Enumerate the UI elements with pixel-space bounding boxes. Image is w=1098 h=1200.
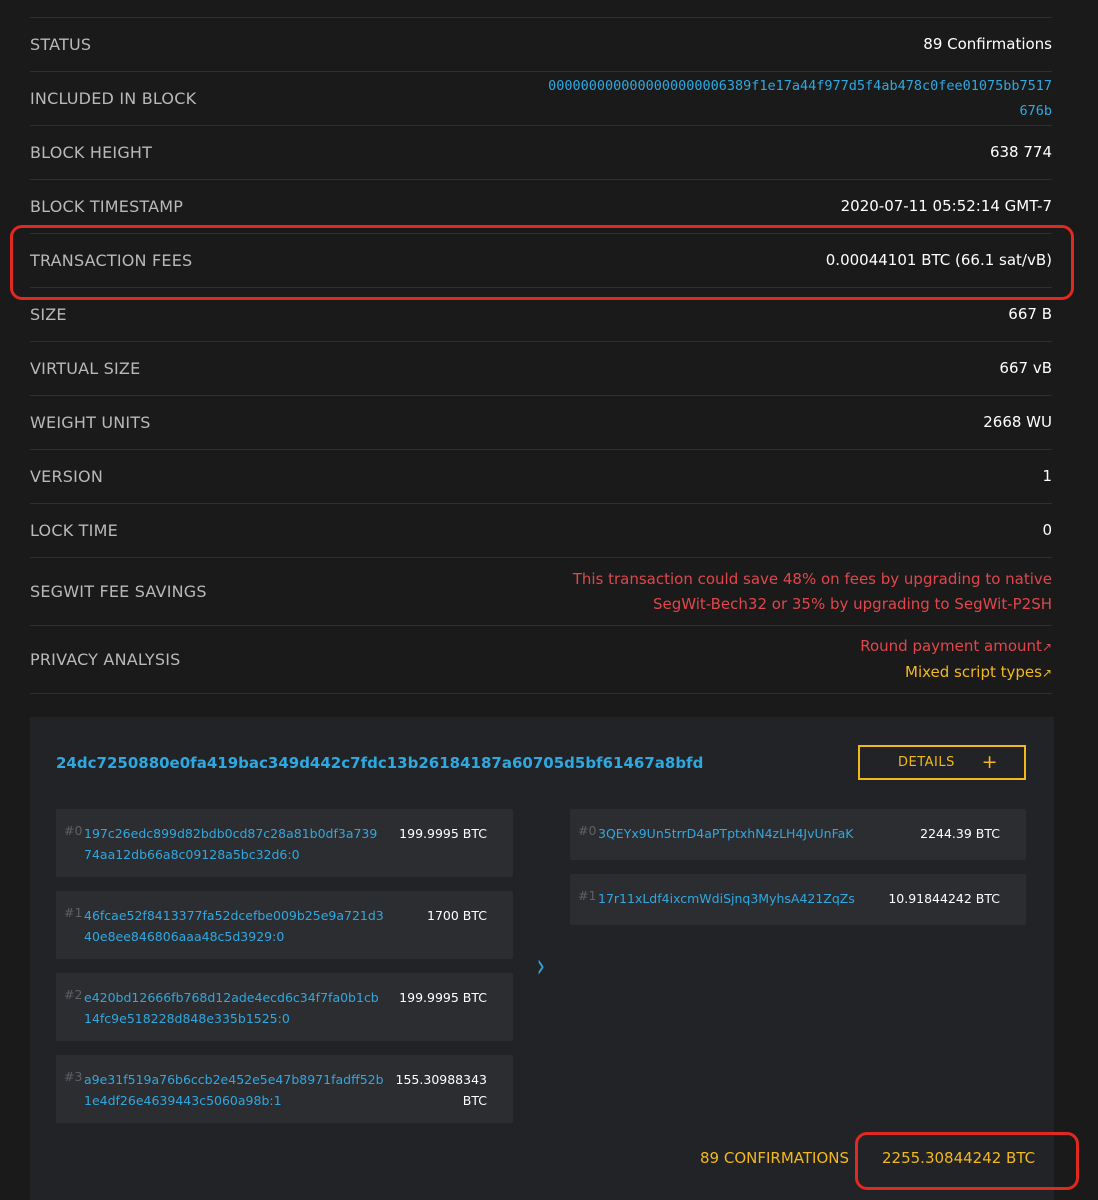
output-item: #0 3QEYx9Un5trrD4aPTptxhN4zLH4JvUnFaK 22… [570, 809, 1026, 860]
details-button[interactable]: DETAILS + [858, 745, 1026, 780]
input-amount: 199.9995 BTC [399, 826, 487, 841]
row-status: STATUS 89 Confirmations [30, 18, 1052, 72]
virtual-size-label: VIRTUAL SIZE [30, 359, 141, 378]
mixed-script-types-link[interactable]: Mixed script types [905, 663, 1042, 681]
input-index: #2 [64, 987, 83, 1002]
size-label: SIZE [30, 305, 67, 324]
privacy-analysis-items: Round payment amount↗ Mixed script types… [860, 634, 1052, 686]
external-link-icon: ↗ [1041, 639, 1052, 654]
round-payment-link[interactable]: Round payment amount [860, 637, 1042, 655]
status-label: STATUS [30, 35, 92, 54]
input-item: #1 46fcae52f8413377fa52dcefbe009b25e9a72… [56, 891, 513, 959]
row-included-in-block: INCLUDED IN BLOCK 0000000000000000000006… [30, 72, 1052, 126]
weight-units-label: WEIGHT UNITS [30, 413, 151, 432]
privacy-item-round-payment[interactable]: Round payment amount↗ [860, 634, 1052, 660]
block-height-label: BLOCK HEIGHT [30, 143, 153, 162]
plus-icon: + [981, 751, 998, 773]
version-label: VERSION [30, 467, 104, 486]
version-value: 1 [1042, 467, 1052, 485]
input-amount: 155.30988343 BTC [395, 1072, 487, 1108]
row-privacy-analysis: PRIVACY ANALYSIS Round payment amount↗ M… [30, 626, 1052, 694]
status-value: 89 Confirmations [923, 35, 1052, 53]
row-block-timestamp: BLOCK TIMESTAMP 2020-07-11 05:52:14 GMT-… [30, 180, 1052, 234]
row-block-height: BLOCK HEIGHT 638 774 [30, 126, 1052, 180]
input-item: #0 197c26edc899d82bdb0cd87c28a81b0df3a73… [56, 809, 513, 877]
privacy-item-mixed-script[interactable]: Mixed script types↗ [860, 660, 1052, 686]
transaction-details-table: STATUS 89 Confirmations INCLUDED IN BLOC… [30, 17, 1052, 694]
chevron-right-icon: › [536, 946, 545, 986]
input-address-link[interactable]: 46fcae52f8413377fa52dcefbe009b25e9a721d3… [84, 905, 384, 959]
row-segwit-fee-savings: SEGWIT FEE SAVINGS This transaction coul… [30, 558, 1052, 626]
transaction-fees-value: 0.00044101 BTC (66.1 sat/vB) [825, 251, 1052, 269]
input-address-link[interactable]: a9e31f519a76b6ccb2e452e5e47b8971fadff52b… [84, 1069, 384, 1123]
input-address-link[interactable]: 197c26edc899d82bdb0cd87c28a81b0df3a73974… [84, 823, 384, 877]
output-index: #1 [578, 888, 597, 903]
lock-time-label: LOCK TIME [30, 521, 118, 540]
txid-link[interactable]: 24dc7250880e0fa419bac349d442c7fdc13b2618… [56, 754, 703, 772]
input-amount: 1700 BTC [427, 908, 487, 923]
lock-time-value: 0 [1042, 521, 1052, 539]
segwit-fee-savings-label: SEGWIT FEE SAVINGS [30, 582, 207, 601]
output-address-link[interactable]: 3QEYx9Un5trrD4aPTptxhN4zLH4JvUnFaK [598, 823, 920, 860]
input-item: #2 e420bd12666fb768d12ade4ecd6c34f7fa0b1… [56, 973, 513, 1041]
row-lock-time: LOCK TIME 0 [30, 504, 1052, 558]
included-in-block-label: INCLUDED IN BLOCK [30, 89, 197, 108]
input-index: #0 [64, 823, 83, 838]
total-amount: 2255.30844242 BTC [882, 1149, 1036, 1167]
virtual-size-value: 667 vB [999, 359, 1052, 377]
block-timestamp-label: BLOCK TIMESTAMP [30, 197, 184, 216]
output-item: #1 17r11xLdf4ixcmWdiSjnq3MyhsA421ZqZs 10… [570, 874, 1026, 925]
output-address-link[interactable]: 17r11xLdf4ixcmWdiSjnq3MyhsA421ZqZs [598, 888, 888, 925]
transaction-fees-label: TRANSACTION FEES [30, 251, 193, 270]
block-height-value: 638 774 [989, 143, 1052, 161]
output-amount: 2244.39 BTC [920, 826, 1000, 841]
weight-units-value: 2668 WU [983, 413, 1052, 431]
block-timestamp-value: 2020-07-11 05:52:14 GMT-7 [840, 197, 1052, 215]
input-index: #1 [64, 905, 83, 920]
row-version: VERSION 1 [30, 450, 1052, 504]
input-item: #3 a9e31f519a76b6ccb2e452e5e47b8971fadff… [56, 1055, 513, 1123]
input-amount: 199.9995 BTC [399, 990, 487, 1005]
input-index: #3 [64, 1069, 83, 1084]
privacy-analysis-label: PRIVACY ANALYSIS [30, 650, 181, 669]
row-virtual-size: VIRTUAL SIZE 667 vB [30, 342, 1052, 396]
input-address-link[interactable]: e420bd12666fb768d12ade4ecd6c34f7fa0b1cb1… [84, 987, 384, 1041]
row-size: SIZE 667 B [30, 288, 1052, 342]
details-button-label: DETAILS [898, 755, 955, 770]
size-value: 667 B [1008, 305, 1052, 323]
row-weight-units: WEIGHT UNITS 2668 WU [30, 396, 1052, 450]
output-amount: 10.91844242 BTC [888, 891, 1000, 906]
segwit-fee-savings-value: This transaction could save 48% on fees … [572, 569, 1052, 613]
transaction-card: 24dc7250880e0fa419bac349d442c7fdc13b2618… [30, 717, 1054, 1200]
row-transaction-fees: TRANSACTION FEES 0.00044101 BTC (66.1 sa… [30, 234, 1052, 288]
output-index: #0 [578, 823, 597, 838]
confirmations-badge: 89 CONFIRMATIONS [700, 1149, 850, 1167]
block-hash-link[interactable]: 0000000000000000000006389f1e17a44f977d5f… [542, 74, 1052, 124]
external-link-icon: ↗ [1041, 665, 1052, 680]
